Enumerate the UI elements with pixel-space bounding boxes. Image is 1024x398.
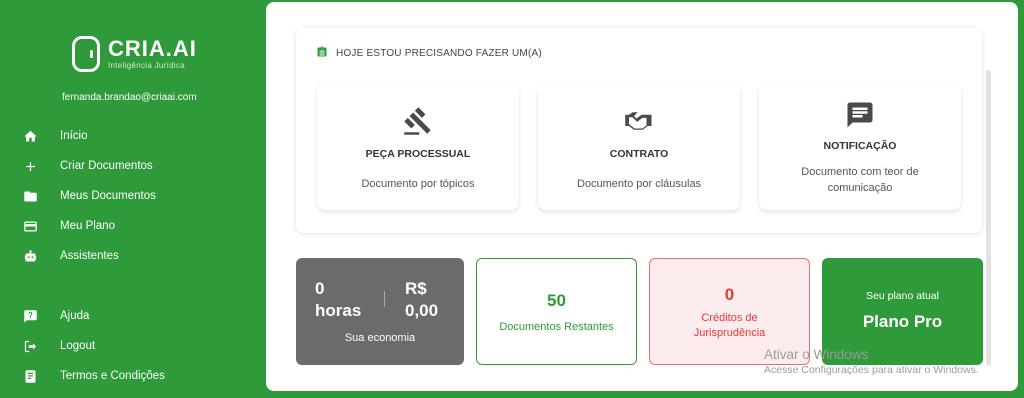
help-icon (0, 309, 60, 324)
task-card: HOJE ESTOU PRECISANDO FAZER UM(A) PEÇA P… (296, 28, 982, 233)
main-nav: Início Criar Documentos Meus Documentos … (0, 121, 266, 271)
sidebar-item-termos[interactable]: Termos e Condições (0, 361, 266, 391)
sidebar-item-inicio[interactable]: Início (0, 121, 266, 151)
option-description: Documento com teor de comunicação (801, 166, 919, 194)
document-icon (0, 369, 60, 384)
task-heading: HOJE ESTOU PRECISANDO FAZER UM(A) (316, 46, 542, 61)
sidebar-item-label: Meus Documentos (60, 190, 156, 202)
sidebar-item-label: Meu Plano (60, 220, 115, 232)
watermark-title: Ativar o Windows (764, 347, 869, 362)
sidebar-item-label: Início (60, 130, 88, 142)
option-title: PEÇA PROCESSUAL (365, 148, 471, 160)
message-icon (843, 98, 877, 132)
clipboard-icon (316, 46, 336, 61)
sidebar-item-logout[interactable]: Logout (0, 331, 266, 361)
option-peca-processual[interactable]: PEÇA PROCESSUAL Documento por tópicos (317, 84, 519, 210)
current-plan-name: Plano Pro (862, 312, 943, 331)
sidebar-item-meu-plano[interactable]: Meu Plano (0, 211, 266, 241)
economy-hours-value: 0 (315, 279, 325, 298)
sidebar-item-label: Assistentes (60, 250, 119, 262)
documents-remaining-label: Documentos Restantes (499, 321, 614, 333)
logo-tagline: Inteligência Jurídica (108, 61, 186, 70)
economy-card: 0 horas R$ 0,00 Sua economia (296, 258, 464, 365)
home-icon (0, 129, 60, 144)
handshake-icon (622, 104, 656, 138)
sidebar-item-label: Logout (60, 340, 96, 352)
economy-hours-unit: horas (315, 301, 362, 320)
plus-icon (0, 159, 60, 174)
logo-title: CRIA.AI (108, 36, 197, 61)
current-plan-label: Seu plano atual (866, 290, 939, 302)
option-notificacao[interactable]: NOTIFICAÇÃO Documento com teor de comuni… (759, 84, 961, 210)
sidebar-item-criar-documentos[interactable]: Criar Documentos (0, 151, 266, 181)
option-title: CONTRATO (609, 148, 669, 160)
option-description: Documento por cláusulas (576, 178, 702, 190)
scrollbar[interactable] (986, 70, 991, 366)
option-title: NOTIFICAÇÃO (823, 140, 897, 152)
sidebar-item-ajuda[interactable]: Ajuda (0, 301, 266, 331)
economy-label: Sua economia (344, 332, 416, 344)
sidebar-item-meus-documentos[interactable]: Meus Documentos (0, 181, 266, 211)
card-icon (0, 219, 60, 234)
windows-activation-watermark: Ativar o Windows Acesse Configurações pa… (764, 347, 979, 376)
economy-divider (384, 291, 385, 307)
credits-value: 0 (724, 285, 735, 304)
logo-mark-icon (72, 36, 100, 72)
logo[interactable]: CRIA.AI Inteligência Jurídica (72, 36, 197, 72)
main-panel: HOJE ESTOU PRECISANDO FAZER UM(A) PEÇA P… (266, 2, 1018, 391)
sidebar-item-label: Criar Documentos (60, 160, 153, 172)
sidebar-item-label: Termos e Condições (60, 370, 165, 382)
option-description: Documento por tópicos (361, 178, 475, 190)
gavel-icon (401, 104, 435, 138)
watermark-subtitle: Acesse Configurações para ativar o Windo… (764, 364, 979, 376)
folder-icon (0, 189, 60, 204)
economy-money-value: 0,00 (405, 301, 439, 320)
user-email: fernanda.brandao@criaai.com (62, 92, 197, 103)
robot-icon (0, 249, 60, 264)
option-contrato[interactable]: CONTRATO Documento por cláusulas (538, 84, 740, 210)
documents-remaining-card: 50 Documentos Restantes (476, 258, 637, 365)
sidebar-item-assistentes[interactable]: Assistentes (0, 241, 266, 271)
task-heading-text: HOJE ESTOU PRECISANDO FAZER UM(A) (336, 48, 542, 59)
economy-currency: R$ (405, 279, 427, 298)
credits-label: Créditos de Jurisprudência (693, 312, 766, 339)
secondary-nav: Ajuda Logout Termos e Condições (0, 301, 266, 391)
logout-icon (0, 339, 60, 354)
sidebar: CRIA.AI Inteligência Jurídica fernanda.b… (0, 0, 266, 398)
documents-remaining-value: 50 (547, 291, 566, 310)
sidebar-item-label: Ajuda (60, 310, 90, 322)
